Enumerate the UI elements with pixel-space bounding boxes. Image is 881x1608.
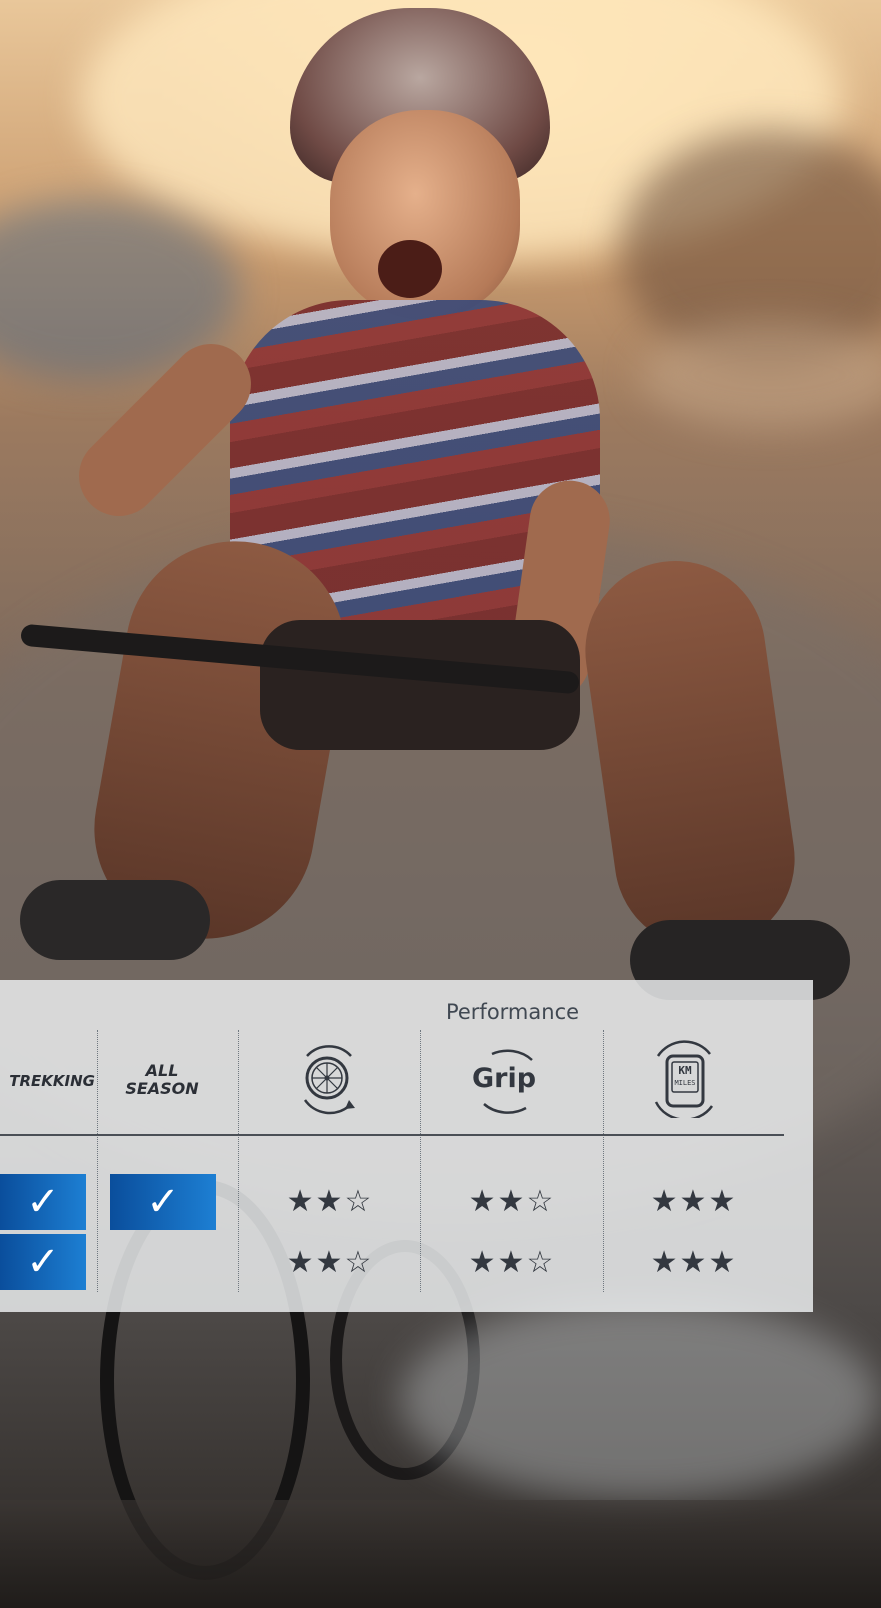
mileage-icon: KM MILES [650,1040,720,1121]
check-icon: ✓ [26,1179,60,1225]
column-divider [97,1030,98,1292]
grip-icon: Grip [470,1042,550,1118]
check-icon: ✓ [26,1239,60,1285]
performance-heading: Performance [445,1000,580,1024]
miles-label: MILES [674,1079,696,1087]
all-season-line1: ALL [145,1061,179,1080]
trekking-column-header: TREKKING [9,1072,95,1090]
column-divider [420,1030,421,1292]
mileage-rating-row1: ★★★ [650,1184,738,1219]
grip-label: Grip [472,1063,537,1094]
trekking-check-row1: ✓ [0,1174,86,1230]
trekking-check-row2: ✓ [0,1234,86,1290]
all-season-column-header: ALL SEASON [108,1062,216,1098]
rolling-rating-row1: ★★☆ [286,1184,374,1219]
all-season-line2: SEASON [125,1079,199,1098]
grip-rating-row1: ★★☆ [468,1184,556,1219]
background-photo [0,0,881,1608]
rolling-rating-row2: ★★☆ [286,1245,374,1280]
column-divider [603,1030,604,1292]
column-divider [238,1030,239,1292]
header-rule [0,1134,784,1136]
rolling-resistance-icon [295,1042,363,1118]
all-season-check-row1: ✓ [110,1174,216,1230]
check-icon: ✓ [146,1179,180,1225]
mileage-rating-row2: ★★★ [650,1245,738,1280]
km-label: KM [678,1064,692,1077]
grip-rating-row2: ★★☆ [468,1245,556,1280]
